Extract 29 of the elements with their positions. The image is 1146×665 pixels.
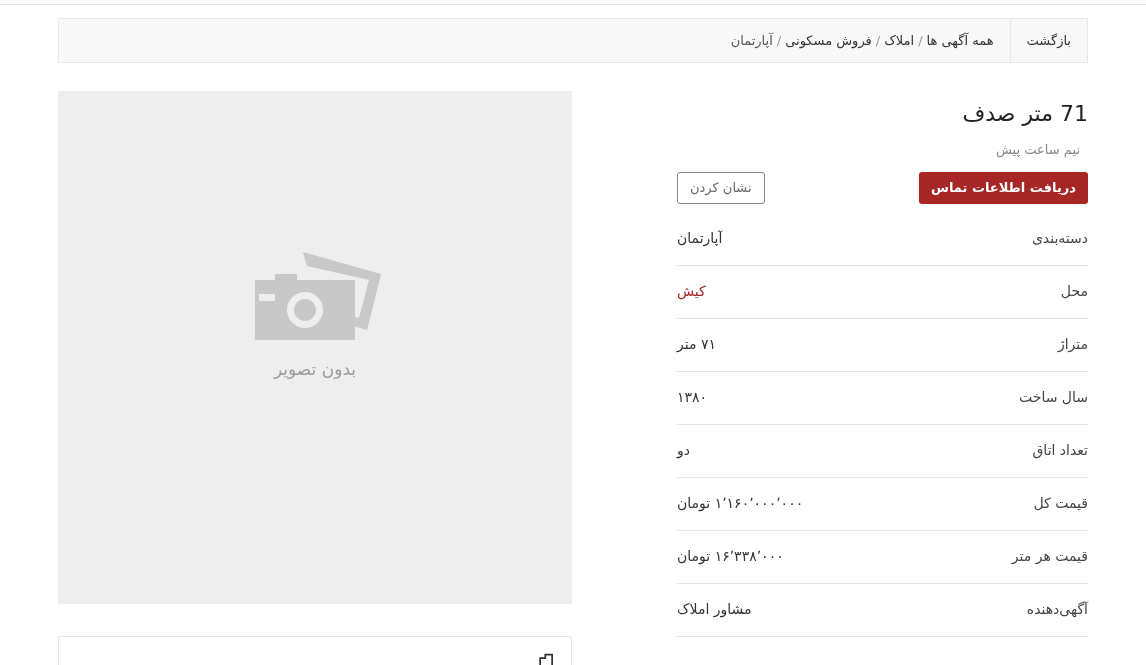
contact-button[interactable]: دریافت اطلاعات تماس	[918, 171, 1088, 204]
breadcrumb-link[interactable]: همه آگهی ها	[926, 30, 994, 51]
detail-label: محل	[1060, 282, 1088, 301]
breadcrumb-separator: /	[918, 31, 923, 50]
detail-label: آگهی‌دهنده	[1026, 600, 1088, 620]
posted-time: نیم ساعت پیش	[995, 141, 1080, 160]
detail-value: دو	[677, 441, 690, 461]
breadcrumb-link[interactable]: املاک	[884, 30, 915, 51]
listing-title: 71 متر صدف	[961, 100, 1088, 128]
detail-value: ۱۶٬۳۳۸٬۰۰۰ تومان	[677, 547, 784, 567]
detail-value: ۱٬۱۶۰٬۰۰۰٬۰۰۰ تومان	[677, 494, 804, 514]
breadcrumb-separator: /	[776, 31, 782, 50]
detail-link[interactable]: کیش	[677, 281, 706, 302]
detail-value: مشاور املاک	[677, 600, 752, 620]
detail-label: قیمت هر متر	[1011, 547, 1088, 567]
back-link[interactable]: بازگشت	[1009, 19, 1087, 62]
detail-label: متراژ	[1057, 335, 1088, 355]
detail-label: دسته‌بندی	[1031, 229, 1088, 248]
breadcrumb-separator: /	[875, 31, 881, 50]
detail-value: ۷۱ متر	[677, 335, 716, 354]
detail-label: تعداد اتاق	[1032, 441, 1088, 461]
detail-value: ۱۳۸۰	[677, 388, 708, 407]
bookmark-button[interactable]: نشان کردن	[677, 171, 765, 204]
no-image-text: بدون تصویر	[273, 358, 357, 382]
detail-label: قیمت کل	[1033, 494, 1088, 513]
breadcrumb-current: آپارتمان	[730, 31, 773, 50]
detail-value: آپارتمان	[677, 229, 723, 249]
breadcrumb-link[interactable]: فروش مسکونی	[785, 30, 872, 51]
detail-label: سال ساخت	[1019, 388, 1088, 407]
